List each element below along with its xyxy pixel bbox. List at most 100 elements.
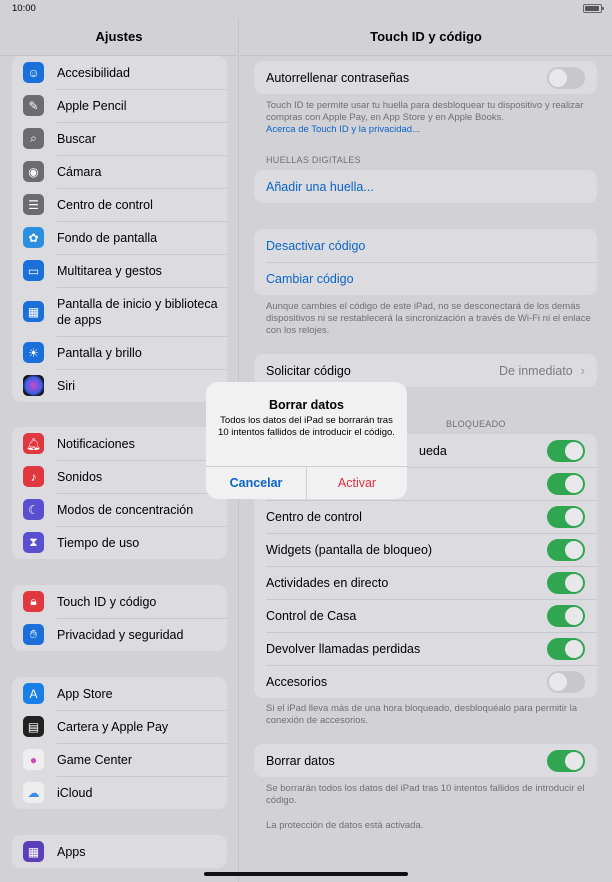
locked-row-missed-calls: Devolver llamadas perdidas: [254, 632, 597, 665]
sidebar-group-accounts: A App Store ▤ Cartera y Apple Pay ● Game…: [12, 677, 227, 809]
sidebar-item-label: Siri: [57, 378, 76, 393]
locked-row-label: Centro de control: [266, 509, 362, 524]
locked-toggle-live-activities[interactable]: [547, 571, 585, 594]
sidebar-item-centro-de-control[interactable]: ☰ Centro de control: [12, 188, 227, 221]
sidebar-item-app-store[interactable]: A App Store: [12, 677, 227, 710]
sidebar-item-game-center[interactable]: ● Game Center: [12, 743, 227, 776]
erase-data-label: Borrar datos: [266, 753, 335, 768]
locked-toggle-widgets[interactable]: [547, 538, 585, 561]
autofill-row: Autorrellenar contraseñas: [254, 61, 597, 94]
alert-buttons: Cancelar Activar: [206, 466, 407, 499]
battery-icon: [583, 4, 604, 13]
sidebar-item-pantalla-y-brillo[interactable]: ☀ Pantalla y brillo: [12, 336, 227, 369]
sidebar-item-apps[interactable]: ▦ Apps: [12, 835, 227, 868]
sidebar-item-label: Modos de concentración: [57, 502, 194, 517]
sidebar-item-accesibilidad[interactable]: ☺ Accesibilidad: [12, 56, 227, 89]
sidebar-item-label: Cámara: [57, 164, 102, 179]
autofill-label: Autorrellenar contraseñas: [266, 70, 410, 85]
sidebar-item-label: Game Center: [57, 752, 133, 767]
fingerprints-header: HUELLAS DIGITALES: [266, 155, 361, 165]
sidebar-group-notifications: 🔔︎ Notificaciones ♪ Sonidos ☾ Modos de c…: [12, 427, 227, 559]
sidebar-item-notificaciones[interactable]: 🔔︎ Notificaciones: [12, 427, 227, 460]
sidebar-item-label: Pantalla de inicio y biblioteca de apps: [57, 296, 218, 327]
lock-icon: 🔒︎: [23, 591, 44, 612]
wallpaper-icon: ✿: [23, 227, 44, 248]
locked-row-label: Widgets (pantalla de bloqueo): [266, 542, 433, 557]
locked-row-accessories: Accesorios: [254, 665, 597, 698]
home-screen-icon: ▦: [23, 301, 44, 322]
locked-access-header: BLOQUEADO: [446, 419, 506, 429]
sidebar-item-label: Pantalla y brillo: [57, 345, 142, 360]
sidebar-item-touch-id[interactable]: 🔒︎ Touch ID y código: [12, 585, 227, 618]
sidebar-item-buscar[interactable]: ⌕ Buscar: [12, 122, 227, 155]
sidebar-item-camara[interactable]: ◉ Cámara: [12, 155, 227, 188]
sidebar-item-multitarea[interactable]: ▭ Multitarea y gestos: [12, 254, 227, 287]
sidebar-title: Ajustes: [0, 18, 238, 56]
require-code-value: De inmediato: [499, 363, 573, 378]
sidebar-item-label: Notificaciones: [57, 436, 135, 451]
sidebar-item-label: Apps: [57, 844, 86, 859]
sidebar-item-label: Cartera y Apple Pay: [57, 719, 169, 734]
brightness-icon: ☀: [23, 342, 44, 363]
locked-toggle-hidden[interactable]: [547, 472, 585, 495]
add-fingerprint-row[interactable]: Añadir una huella...: [254, 170, 597, 203]
add-fingerprint-link: Añadir una huella...: [266, 179, 374, 194]
settings-sidebar: Ajustes ☺ Accesibilidad ✎ Apple Pencil ⌕…: [0, 18, 239, 882]
sidebar-group-apps: ▦ Apps: [12, 835, 227, 868]
multitasking-icon: ▭: [23, 260, 44, 281]
locked-row-label: Actividades en directo: [266, 575, 389, 590]
erase-data-toggle[interactable]: [547, 749, 585, 772]
sidebar-item-sonidos[interactable]: ♪ Sonidos: [12, 460, 227, 493]
sidebar-item-icloud[interactable]: ☁ iCloud: [12, 776, 227, 809]
sidebar-item-label: App Store: [57, 686, 113, 701]
sidebar-item-fondo-de-pantalla[interactable]: ✿ Fondo de pantalla: [12, 221, 227, 254]
locked-row-live-activities: Actividades en directo: [254, 566, 597, 599]
status-time: 10:00: [12, 3, 36, 14]
sidebar-item-cartera[interactable]: ▤ Cartera y Apple Pay: [12, 710, 227, 743]
sidebar-item-label: Accesibilidad: [57, 65, 130, 80]
notifications-icon: 🔔︎: [23, 433, 44, 454]
locked-toggle-control-center[interactable]: [547, 505, 585, 528]
autofill-toggle[interactable]: [547, 66, 585, 89]
change-code-row[interactable]: Cambiar código: [254, 262, 597, 295]
activate-button[interactable]: Activar: [307, 467, 407, 499]
code-note: Aunque cambies el código de este iPad, n…: [266, 301, 591, 336]
sidebar-item-label: Sonidos: [57, 469, 103, 484]
require-code-label: Solicitar código: [266, 363, 351, 378]
disable-code-link: Desactivar código: [266, 238, 366, 253]
locked-toggle-accessories[interactable]: [547, 670, 585, 693]
sidebar-item-label: Touch ID y código: [57, 594, 157, 609]
search-icon: ⌕: [23, 128, 44, 149]
home-indicator[interactable]: [204, 872, 408, 876]
game-center-icon: ●: [23, 749, 44, 770]
locked-toggle-home-control[interactable]: [547, 604, 585, 627]
cancel-button[interactable]: Cancelar: [206, 467, 307, 499]
sidebar-item-label: Privacidad y seguridad: [57, 627, 184, 642]
sidebar-item-pantalla-de-inicio[interactable]: ▦ Pantalla de inicio y biblioteca de app…: [12, 287, 227, 336]
locked-row-control-center: Centro de control: [254, 500, 597, 533]
touchid-note-text: Touch ID te permite usar tu huella para …: [266, 100, 584, 123]
status-bar: 10:00: [0, 0, 612, 18]
sidebar-item-tiempo-de-uso[interactable]: ⧗ Tiempo de uso: [12, 526, 227, 559]
erase-data-card: Borrar datos: [254, 744, 597, 777]
erase-data-alert: Borrar datos Todos los datos del iPad se…: [206, 382, 407, 499]
locked-toggle-missed-calls[interactable]: [547, 637, 585, 660]
sidebar-group-general: ☺ Accesibilidad ✎ Apple Pencil ⌕ Buscar …: [12, 56, 227, 402]
locked-row-home-control: Control de Casa: [254, 599, 597, 632]
sidebar-item-apple-pencil[interactable]: ✎ Apple Pencil: [12, 89, 227, 122]
locked-toggle-search[interactable]: [547, 439, 585, 462]
control-center-icon: ☰: [23, 194, 44, 215]
apps-icon: ▦: [23, 841, 44, 862]
sidebar-item-siri[interactable]: Siri: [12, 369, 227, 402]
change-code-link: Cambiar código: [266, 271, 354, 286]
autofill-card: Autorrellenar contraseñas: [254, 61, 597, 94]
app-store-icon: A: [23, 683, 44, 704]
focus-icon: ☾: [23, 499, 44, 520]
sidebar-item-label: iCloud: [57, 785, 93, 800]
sidebar-item-privacidad[interactable]: ✋︎ Privacidad y seguridad: [12, 618, 227, 651]
sidebar-item-modos-de-concentracion[interactable]: ☾ Modos de concentración: [12, 493, 227, 526]
disable-code-row[interactable]: Desactivar código: [254, 229, 597, 262]
touchid-privacy-link[interactable]: Acerca de Touch ID y la privacidad...: [266, 124, 420, 135]
wallet-icon: ▤: [23, 716, 44, 737]
sidebar-item-label: Centro de control: [57, 197, 153, 212]
